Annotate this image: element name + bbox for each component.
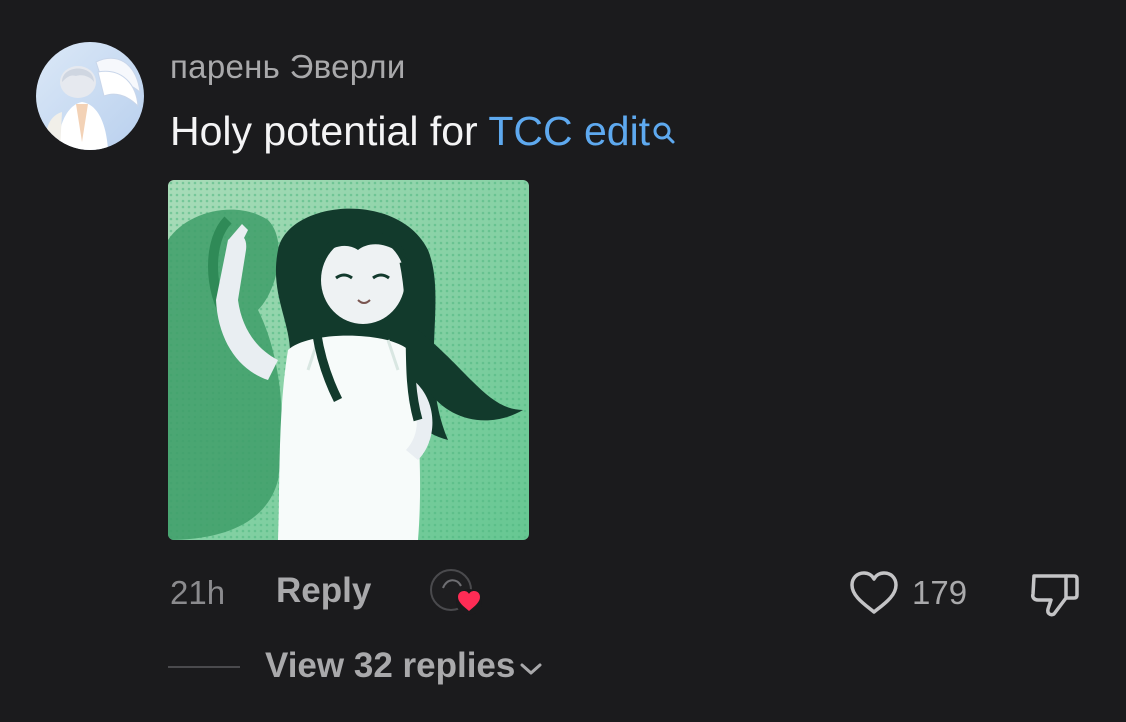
comment-time: 21h bbox=[170, 574, 226, 611]
anime-girl-image bbox=[168, 180, 529, 540]
like-button[interactable] bbox=[846, 570, 902, 616]
comment-text: Holy potential for TCC edit bbox=[170, 108, 677, 157]
comment-attached-image[interactable] bbox=[168, 180, 529, 540]
creator-liked-badge bbox=[425, 566, 487, 618]
avatar-image bbox=[36, 42, 144, 150]
avatar[interactable] bbox=[36, 42, 144, 150]
replies-divider bbox=[168, 666, 240, 668]
heart-outline-icon bbox=[850, 571, 898, 614]
like-count: 179 bbox=[912, 574, 968, 611]
view-replies-button[interactable]: View 32 replies bbox=[265, 646, 543, 686]
chevron-down-icon bbox=[519, 646, 543, 686]
search-link[interactable]: TCC edit bbox=[488, 108, 677, 154]
view-replies-label: View 32 replies bbox=[265, 646, 516, 685]
thumbs-down-icon bbox=[1031, 574, 1079, 617]
comment-username[interactable]: парень Эверли bbox=[170, 48, 406, 86]
creator-liked-heart-icon bbox=[456, 589, 482, 615]
comment-body: Holy potential for bbox=[170, 108, 489, 154]
search-icon bbox=[651, 110, 677, 157]
search-link-label: TCC edit bbox=[488, 108, 651, 154]
dislike-button[interactable] bbox=[1026, 568, 1082, 620]
reply-button[interactable]: Reply bbox=[276, 571, 371, 611]
